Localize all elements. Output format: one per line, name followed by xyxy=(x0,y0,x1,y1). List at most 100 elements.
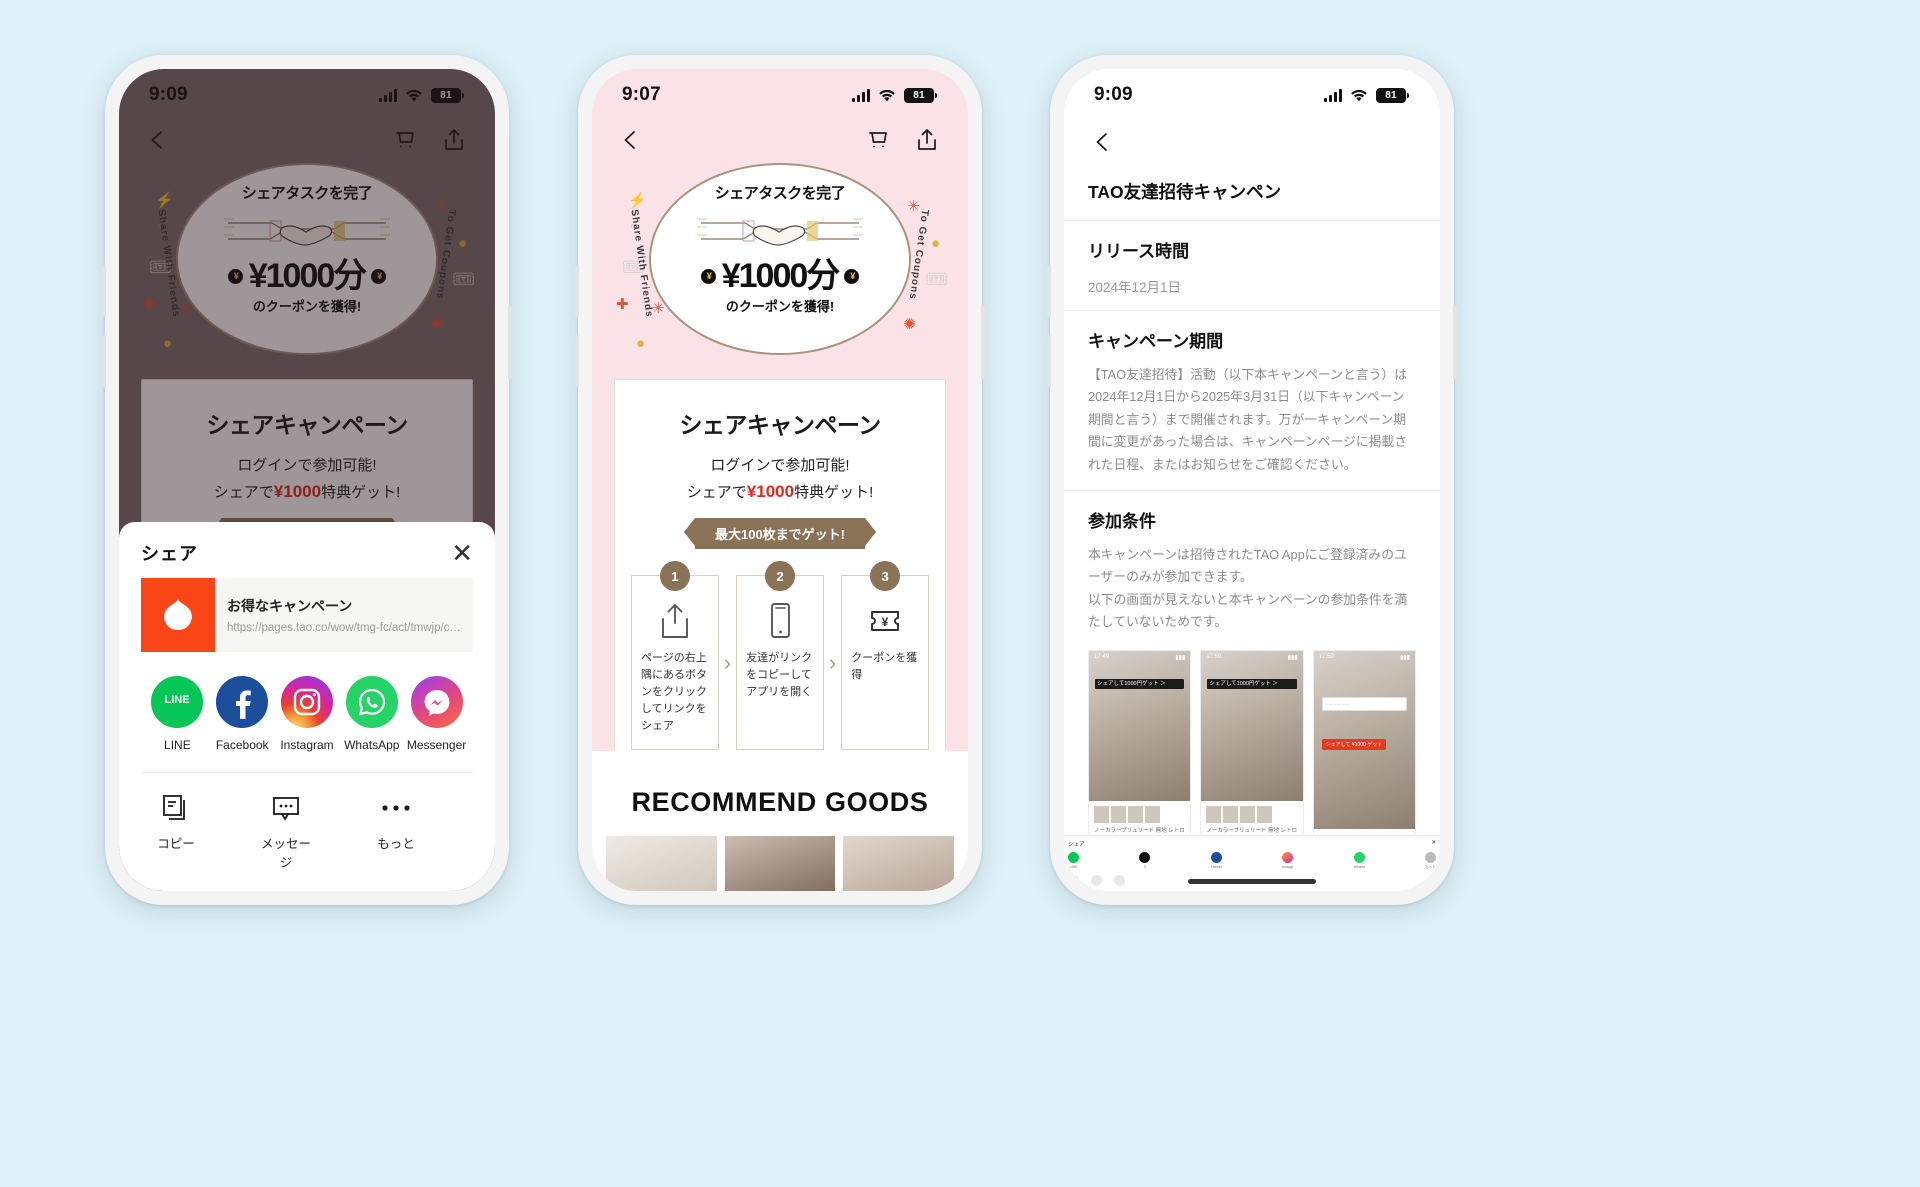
product-image: 17:50 ▮▮▮ シェアして1000円ゲット ＞ xyxy=(1201,650,1303,801)
phone1-status-icons: 81 xyxy=(379,87,464,103)
deco-coin2-icon: ● xyxy=(457,235,467,252)
product-mini-statusbar: 17:50 ▮▮▮ xyxy=(1319,654,1410,661)
share-link-preview[interactable]: お得なキャンペーン https://pages.tao.co/wow/tmg-f… xyxy=(141,578,473,652)
step-text: クーポンを獲得 xyxy=(851,652,918,682)
share-action-copy[interactable]: コピー xyxy=(145,791,207,871)
phone2-nav-bar xyxy=(592,121,968,157)
share-target-line[interactable]: LINE LINE xyxy=(145,676,210,752)
line2-amount: ¥1000 xyxy=(273,482,322,501)
share-target-facebook[interactable]: Facebook xyxy=(210,676,275,752)
share-action-message[interactable]: メッセージ xyxy=(255,791,317,871)
line-icon: LINE xyxy=(151,676,204,728)
product-thumbs xyxy=(1094,805,1185,823)
yen-dot-left-icon: ¥ xyxy=(700,268,716,284)
section-heading: 参加条件 xyxy=(1088,511,1156,531)
section-body: 本キャンペーンは招待されたTAO Appにご登録済みのユーザーのみが参加できます… xyxy=(1088,546,1408,630)
inline-share-labels: LINE X Facebook Instagram WhatsApp もっと xyxy=(1069,865,1436,869)
recommend-goods-heading: RECOMMEND GOODS xyxy=(631,787,929,817)
deco-spark-icon: ✺ xyxy=(903,316,916,333)
inline-share-label: WhatsApp xyxy=(1353,865,1365,869)
cart-icon[interactable] xyxy=(393,127,419,153)
inline-card: ……………… xyxy=(1321,696,1407,711)
phone2-clock: 9:07 xyxy=(622,84,661,105)
share-link-title: お得なキャンペーン xyxy=(227,598,353,614)
line2-suffix: 特典ゲット! xyxy=(321,484,401,501)
deco-bolt-icon: ⚡ xyxy=(628,192,647,209)
svg-text:LINE: LINE xyxy=(165,694,190,706)
phone3-side-button xyxy=(1453,305,1457,379)
share-icon[interactable] xyxy=(914,127,940,153)
share-sheet-title: シェア xyxy=(141,544,198,564)
share-target-label: LINE xyxy=(164,738,191,752)
cart-icon[interactable] xyxy=(866,127,892,153)
campaign-line2: シェアで¥1000特典ゲット! xyxy=(158,481,456,502)
back-icon[interactable] xyxy=(618,127,644,153)
recommend-thumb[interactable] xyxy=(606,836,717,891)
wifi-icon xyxy=(405,89,423,102)
close-icon[interactable]: ✕ xyxy=(451,540,473,566)
phone2-status-bar: 9:07 81 xyxy=(592,69,968,121)
deco-cross-icon: ✚ xyxy=(616,296,629,313)
share-action-label: コピー xyxy=(157,837,195,851)
mini-clock: 17:50 xyxy=(1318,653,1334,660)
section-campaign-period: キャンペーン期間 【TAO友達招待】活動（以下本キャンペーンと言う）は2024年… xyxy=(1064,311,1440,491)
share-sheet: シェア ✕ お得なキャンペーン https://pages.tao.co/wow… xyxy=(119,522,495,891)
product-mini-statusbar: 17:49 ▮▮▮ xyxy=(1094,654,1185,661)
more-icon xyxy=(365,791,427,825)
product-image: 17:49 ▮▮▮ シェアして1000円ゲット ＞ xyxy=(1089,650,1191,801)
phone1-clock: 9:09 xyxy=(149,84,188,105)
hero-oval: シェアタスクを完了 ¥ ¥1000分 ¥ のクーポンを獲得! xyxy=(176,163,438,355)
step-badge: 2 xyxy=(765,561,795,591)
wifi-icon xyxy=(878,89,896,102)
campaign-heading: シェアキャンペーン xyxy=(679,412,881,438)
hero-amount-row: ¥ ¥1000分 ¥ xyxy=(700,259,860,293)
phone1-nav-actions xyxy=(393,127,467,153)
step-box-1: 1 ページの右上隅にあるボタンをクリックしてリンクをシェア xyxy=(631,561,719,751)
inline-share-header: シェア ✕ xyxy=(1068,840,1436,848)
product-thumbs xyxy=(1206,805,1297,823)
deco-ticket2-icon: 🎟 xyxy=(925,269,948,289)
share-target-label: Instagram xyxy=(280,738,334,752)
chevron-right-icon: › xyxy=(828,649,837,675)
inline-share-actions xyxy=(1068,875,1436,886)
back-icon[interactable] xyxy=(145,127,171,153)
whatsapp-icon[interactable] xyxy=(1353,852,1365,863)
share-action-label: メッセージ xyxy=(260,837,311,870)
release-date: 2024年12月1日 xyxy=(1088,280,1182,295)
phone2-screen: 9:07 81 ⚡ ○ 🎟 ✚ ✳ ● ✳ ● 🎟 ✺ Share With F… xyxy=(592,69,968,891)
phone2-nav-actions xyxy=(866,127,940,153)
share-action-more[interactable]: もっと xyxy=(365,791,427,871)
recommend-thumb[interactable] xyxy=(843,836,955,891)
deco-ticket2-icon: 🎟 xyxy=(452,269,475,289)
share-up-icon xyxy=(661,604,688,638)
mini-clock: 17:50 xyxy=(1206,653,1222,660)
inline-share-panel: シェア ✕ LINE X Faceb Instag Whats もっと xyxy=(1064,835,1440,891)
hero-amount: ¥1000分 xyxy=(248,257,368,295)
hero-subtitle: のクーポンを獲得! xyxy=(725,299,835,314)
coupon-icon: ¥ xyxy=(871,611,900,631)
share-target-messenger[interactable]: Messenger xyxy=(404,676,469,752)
phone2-status-icons: 81 xyxy=(852,87,937,103)
section-heading: リリース時間 xyxy=(1088,242,1190,261)
home-indicator xyxy=(1188,879,1316,884)
share-target-instagram[interactable]: Instagram xyxy=(275,676,340,752)
share-sheet-header: シェア ✕ xyxy=(119,540,495,578)
share-target-whatsapp[interactable]: WhatsApp xyxy=(339,676,404,752)
share-reward-chip: シェアして ¥1000 ゲット xyxy=(1321,738,1387,750)
share-action-label: もっと xyxy=(377,837,415,851)
phone-mockup-1: 9:09 81 ⚡ ○ 🎟 ✚ ✳ ● ✳ ● 🎟 ✺ Share With F… xyxy=(102,55,512,905)
share-icon[interactable] xyxy=(441,127,467,153)
tao-app-logo-icon xyxy=(141,578,215,652)
battery-icon: 81 xyxy=(1376,87,1409,103)
back-icon[interactable] xyxy=(1090,129,1440,155)
product-card-share[interactable]: 17:50 ▮▮▮ ……………… シェアして ¥1000 ゲット シェア ✕ L… xyxy=(1064,649,1440,891)
phone1-nav-bar xyxy=(119,121,495,157)
share-target-label: Facebook xyxy=(215,738,269,752)
share-target-label: Messenger xyxy=(406,738,467,752)
share-link-url: https://pages.tao.co/wow/tmg-fc/act/tmwj… xyxy=(227,622,461,634)
step-box-2: 2 友達がリンクをコピーしてアプリを開く xyxy=(736,561,824,751)
phone3-screen: 9:09 81 TAO友達招待キャンペン リリース時間 2024年12月1日 キ… xyxy=(1064,69,1440,891)
recommend-thumb[interactable] xyxy=(724,836,836,891)
page-title: TAO友達招待キャンペン xyxy=(1064,161,1440,221)
cellular-signal-icon xyxy=(852,88,870,102)
